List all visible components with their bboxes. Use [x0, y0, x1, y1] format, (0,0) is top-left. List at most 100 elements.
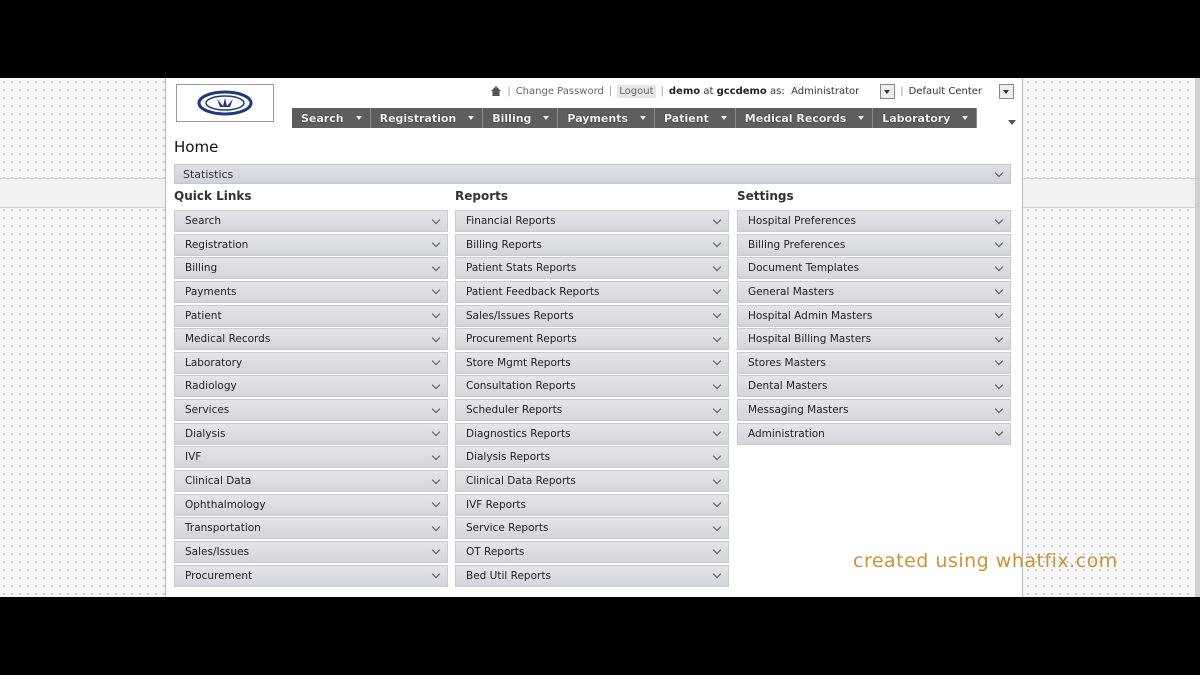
setting-label: Administration — [748, 427, 825, 440]
chevron-down-icon — [431, 475, 441, 484]
report-item[interactable]: Patient Feedback Reports — [455, 280, 729, 303]
role-dropdown-button[interactable] — [880, 83, 896, 99]
quick-link-item[interactable]: Transportation — [174, 517, 448, 540]
setting-item[interactable]: Stores Masters — [737, 351, 1011, 374]
nav-more-arrow-icon[interactable] — [1008, 120, 1016, 125]
statistics-label: Statistics — [183, 167, 234, 181]
quick-link-item[interactable]: Registration — [174, 233, 448, 256]
report-item[interactable]: Scheduler Reports — [455, 399, 729, 422]
quick-link-item[interactable]: Payments — [174, 280, 448, 303]
dropdown-arrow-icon — [543, 116, 550, 120]
hospital-logo[interactable] — [176, 84, 274, 122]
chevron-down-icon — [712, 262, 722, 272]
top-links: | Change Password | Logout | demo at gcc… — [490, 82, 1014, 100]
chevron-down-icon — [994, 168, 1004, 177]
quick-link-label: Laboratory — [185, 356, 243, 369]
setting-label: Hospital Preferences — [748, 215, 856, 227]
nav-medical-records[interactable]: Medical Records — [735, 108, 874, 128]
quick-link-item[interactable]: Radiology — [174, 375, 448, 398]
chevron-down-icon — [712, 522, 722, 532]
watermark-text: created using whatfix.com — [853, 550, 1118, 572]
report-item[interactable]: Patient Stats Reports — [455, 257, 729, 280]
report-item[interactable]: OT Reports — [455, 540, 729, 563]
center-dropdown-button[interactable] — [999, 83, 1014, 99]
logo-emblem-icon — [197, 90, 253, 116]
setting-label: Hospital Admin Masters — [748, 309, 873, 322]
nav-label: Billing — [492, 111, 532, 125]
setting-item[interactable]: Administration — [737, 422, 1011, 445]
quick-link-item[interactable]: Sales/Issues — [174, 540, 448, 563]
report-item[interactable]: Sales/Issues Reports — [455, 304, 729, 327]
settings-heading: Settings — [737, 189, 794, 203]
chevron-down-icon — [712, 215, 722, 224]
change-password-link[interactable]: Change Password — [516, 86, 604, 97]
setting-label: Messaging Masters — [748, 404, 849, 417]
dropdown-arrow-icon — [720, 116, 727, 120]
statistics-panel-header[interactable]: Statistics — [174, 164, 1011, 184]
report-label: Dialysis Reports — [466, 451, 551, 464]
quick-link-label: Medical Records — [185, 333, 271, 346]
chevron-down-icon — [431, 546, 441, 555]
nav-payments[interactable]: Payments — [558, 108, 656, 128]
logout-link[interactable]: Logout — [617, 84, 656, 98]
quick-link-item[interactable]: Medical Records — [174, 328, 448, 351]
quick-link-item[interactable]: Laboratory — [174, 351, 448, 374]
setting-item[interactable]: General Masters — [737, 280, 1011, 303]
quick-link-item[interactable]: Ophthalmology — [174, 493, 448, 516]
setting-label: Stores Masters — [748, 356, 826, 369]
nav-billing[interactable]: Billing — [483, 108, 559, 128]
report-label: Store Mgmt Reports — [466, 356, 571, 369]
quick-links-column: Quick Links Search Registration Billing Pay… — [174, 188, 448, 588]
report-item[interactable]: Store Mgmt Reports — [455, 351, 729, 374]
report-item[interactable]: Financial Reports — [455, 210, 729, 232]
as-label: as: — [770, 85, 785, 97]
setting-item[interactable]: Hospital Billing Masters — [737, 328, 1011, 351]
quick-link-item[interactable]: Dialysis — [174, 422, 448, 445]
quick-link-item[interactable]: Patient — [174, 304, 448, 327]
quick-link-item[interactable]: Billing — [174, 257, 448, 280]
quick-link-label: Dialysis — [185, 427, 226, 440]
chevron-down-icon — [994, 380, 1004, 390]
quick-link-item[interactable]: Search — [174, 210, 448, 232]
chevron-down-icon — [712, 380, 722, 390]
quick-link-item[interactable]: Procurement — [174, 564, 448, 587]
report-item[interactable]: Procurement Reports — [455, 328, 729, 351]
nav-registration[interactable]: Registration — [370, 108, 484, 128]
chevron-down-icon — [994, 404, 1004, 413]
setting-item[interactable]: Dental Masters — [737, 375, 1011, 398]
quick-link-item[interactable]: Clinical Data — [174, 470, 448, 493]
setting-item[interactable]: Hospital Preferences — [737, 210, 1011, 232]
setting-item[interactable]: Billing Preferences — [737, 233, 1011, 256]
report-item[interactable]: Bed Util Reports — [455, 564, 729, 587]
report-label: Bed Util Reports — [466, 569, 551, 582]
report-label: Procurement Reports — [466, 333, 577, 346]
report-label: Service Reports — [466, 522, 549, 535]
chevron-down-icon — [431, 238, 441, 248]
nav-patient[interactable]: Patient — [655, 108, 736, 128]
home-icon[interactable] — [490, 85, 502, 97]
nav-laboratory[interactable]: Laboratory — [873, 108, 978, 128]
page-scrollbar[interactable] — [1195, 78, 1200, 597]
quick-link-item[interactable]: IVF — [174, 446, 448, 469]
report-label: IVF Reports — [466, 498, 526, 511]
at-label: at — [703, 85, 714, 97]
report-item[interactable]: IVF Reports — [455, 493, 729, 516]
setting-item[interactable]: Messaging Masters — [737, 399, 1011, 422]
report-item[interactable]: Diagnostics Reports — [455, 422, 729, 445]
quick-link-label: Sales/Issues — [185, 545, 250, 558]
setting-item[interactable]: Document Templates — [737, 257, 1011, 280]
report-item[interactable]: Clinical Data Reports — [455, 470, 729, 493]
report-item[interactable]: Consultation Reports — [455, 375, 729, 398]
quick-link-label: Search — [185, 215, 222, 227]
chevron-down-icon — [431, 428, 441, 437]
nav-search[interactable]: Search — [292, 108, 371, 128]
report-item[interactable]: Service Reports — [455, 517, 729, 540]
quick-link-item[interactable]: Services — [174, 399, 448, 422]
report-item[interactable]: Billing Reports — [455, 233, 729, 256]
dropdown-arrow-icon — [962, 116, 969, 120]
nav-label: Laboratory — [882, 111, 951, 125]
chevron-down-icon — [712, 357, 722, 366]
setting-item[interactable]: Hospital Admin Masters — [737, 304, 1011, 327]
quick-link-label: Billing — [185, 262, 218, 275]
report-item[interactable]: Dialysis Reports — [455, 446, 729, 469]
